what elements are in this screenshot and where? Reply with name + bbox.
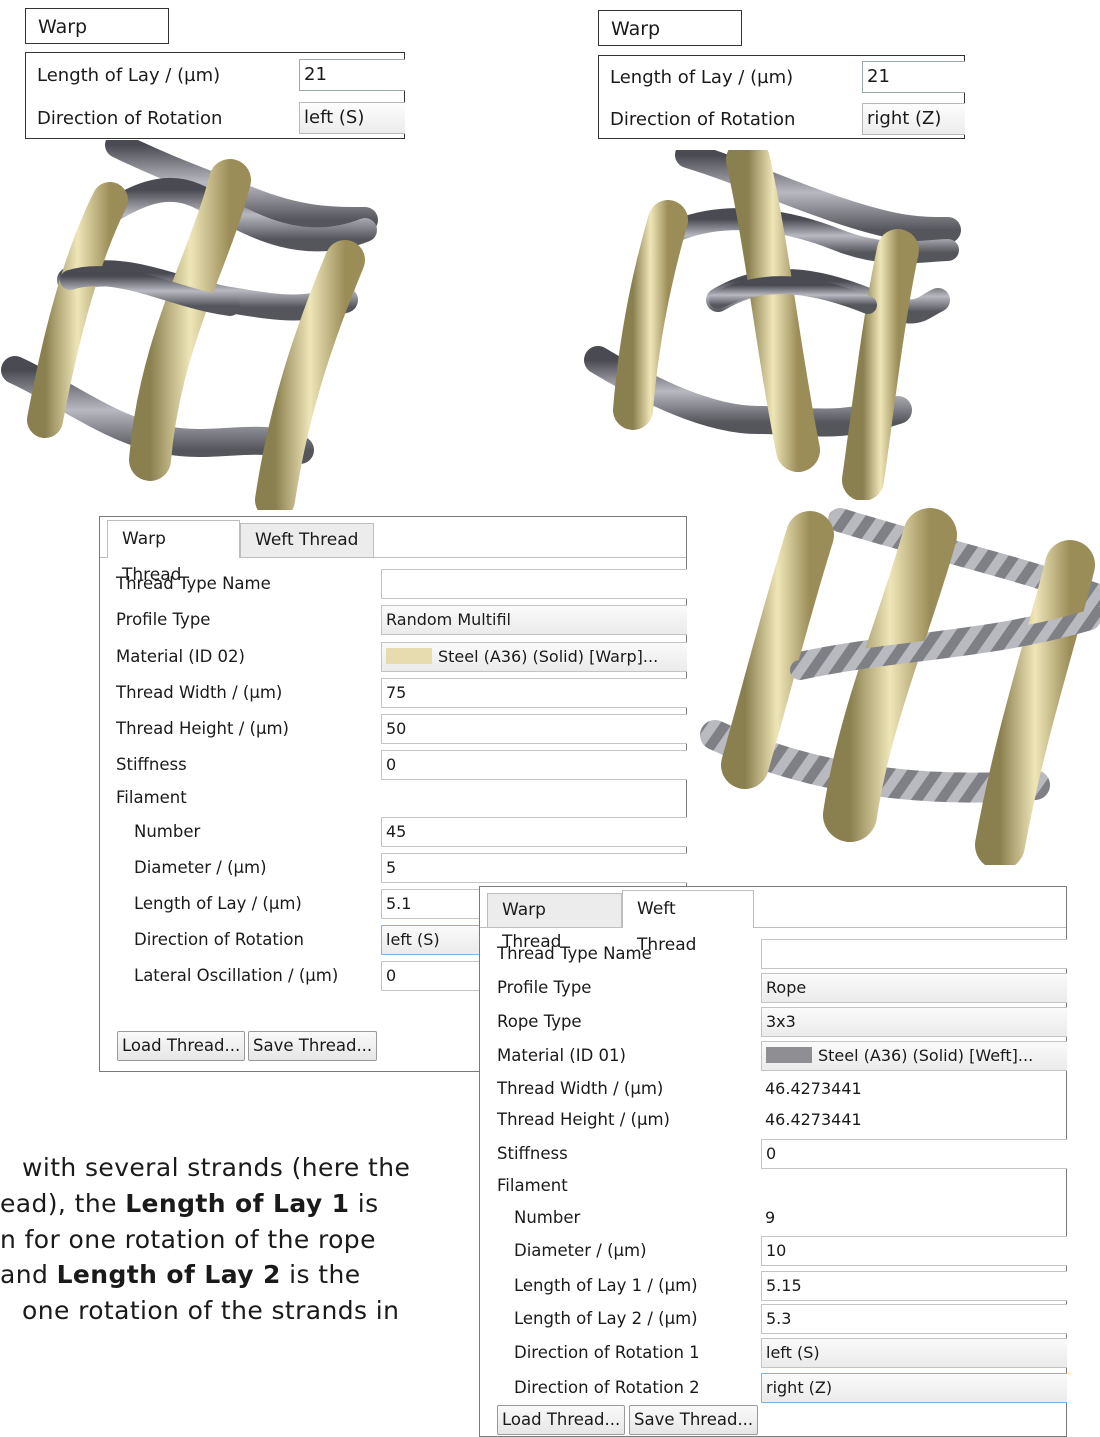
length-of-lay-label: Length of Lay / (µm) — [610, 67, 794, 88]
tab-warp-thread[interactable]: Warp Thread — [107, 520, 240, 585]
thread-width-label: Thread Width / (µm) — [116, 683, 283, 702]
save-thread-button[interactable]: Save Thread... — [629, 1405, 759, 1435]
thread-height-label: Thread Height / (µm) — [497, 1110, 670, 1129]
length-of-lay-input[interactable]: 21 — [299, 59, 405, 91]
load-thread-button[interactable]: Load Thread... — [497, 1405, 626, 1435]
material-color-swatch — [386, 648, 432, 664]
thread-width-input[interactable]: 75 — [381, 678, 687, 708]
tab-weft-thread[interactable]: Weft Thread — [240, 523, 374, 557]
direction-of-rotation-label: Direction of Rotation — [610, 109, 796, 130]
filament-diameter-label: Diameter / (µm) — [134, 858, 267, 877]
thread-height-input[interactable]: 50 — [381, 714, 687, 744]
profile-type-select[interactable]: Random Multifil — [381, 605, 687, 635]
stiffness-input[interactable]: 0 — [381, 750, 687, 780]
explanation-line-1: with several strands (here the — [22, 1153, 411, 1182]
stiffness-label: Stiffness — [116, 755, 187, 774]
thread-type-name-input[interactable] — [381, 569, 687, 599]
warp-lay-panel-right: Length of Lay / (µm) 21 Direction of Rot… — [598, 55, 965, 139]
length-of-lay-2-term: Length of Lay 2 — [56, 1260, 281, 1289]
load-thread-button[interactable]: Load Thread... — [117, 1031, 246, 1061]
tab-weft-thread[interactable]: Weft Thread — [622, 890, 754, 955]
thread-type-name-input[interactable] — [761, 939, 1067, 969]
explanation-line-3: n for one rotation of the rope — [0, 1225, 376, 1254]
profile-type-select[interactable]: Rope — [761, 973, 1067, 1003]
thread-width-value: 46.4273441 — [765, 1079, 862, 1098]
filament-number-value: 9 — [765, 1208, 776, 1227]
filament-diameter-label: Diameter / (µm) — [514, 1241, 647, 1260]
rope-type-select[interactable]: 3x3 — [761, 1007, 1067, 1037]
direction-of-rotation-1-label: Direction of Rotation 1 — [514, 1343, 700, 1362]
material-value: Steel (A36) (Solid) [Weft]... — [818, 1046, 1034, 1065]
length-of-lay-2-label: Length of Lay 2 / (µm) — [514, 1309, 698, 1328]
length-of-lay-label: Length of Lay / (µm) — [37, 65, 221, 86]
profile-type-label: Profile Type — [497, 978, 592, 997]
save-thread-button[interactable]: Save Thread... — [248, 1031, 378, 1061]
explanation-line-2: ead), the Length of Lay 1 is — [0, 1189, 379, 1218]
tab-warp-thread-right[interactable]: Warp Thread — [598, 10, 742, 76]
filament-number-label: Number — [514, 1208, 581, 1227]
woven-mesh-render-left-s — [1, 140, 378, 510]
length-of-lay-1-label: Length of Lay 1 / (µm) — [514, 1276, 698, 1295]
length-of-lay-label: Length of Lay / (µm) — [134, 894, 302, 913]
warp-lay-panel-left: Length of Lay / (µm) 21 Direction of Rot… — [25, 52, 405, 139]
dialog-tabs: Warp Thread Weft Thread — [480, 887, 1066, 955]
filament-number-label: Number — [134, 822, 201, 841]
explanation-line-4: and Length of Lay 2 is the — [0, 1260, 361, 1289]
stiffness-label: Stiffness — [497, 1144, 568, 1163]
length-of-lay-input[interactable]: 21 — [862, 61, 965, 93]
thread-type-name-label: Thread Type Name — [116, 574, 271, 593]
direction-of-rotation-1-select[interactable]: left (S) — [761, 1338, 1067, 1368]
material-select[interactable]: Steel (A36) (Solid) [Weft]... — [761, 1041, 1067, 1071]
filament-diameter-input[interactable]: 5 — [381, 853, 687, 883]
material-color-swatch — [766, 1047, 812, 1063]
material-label: Material (ID 02) — [116, 647, 245, 666]
length-of-lay-1-input[interactable]: 5.15 — [761, 1271, 1067, 1301]
length-of-lay-1-term: Length of Lay 1 — [125, 1189, 350, 1218]
stiffness-input[interactable]: 0 — [761, 1139, 1067, 1169]
material-label: Material (ID 01) — [497, 1046, 626, 1065]
woven-mesh-render-right-z — [584, 150, 961, 500]
profile-type-label: Profile Type — [116, 610, 211, 629]
lateral-oscillation-label: Lateral Oscillation / (µm) — [134, 966, 339, 985]
material-value: Steel (A36) (Solid) [Warp]... — [438, 647, 659, 666]
thread-height-value: 46.4273441 — [765, 1110, 862, 1129]
length-of-lay-2-input[interactable]: 5.3 — [761, 1304, 1067, 1334]
tab-warp-thread[interactable]: Warp Thread — [487, 893, 622, 952]
direction-of-rotation-label: Direction of Rotation — [37, 108, 223, 129]
dialog-tabs: Warp Thread Weft Thread — [100, 517, 686, 585]
direction-of-rotation-select[interactable]: right (Z) — [862, 103, 965, 135]
material-select[interactable]: Steel (A36) (Solid) [Warp]... — [381, 642, 687, 672]
thread-height-label: Thread Height / (µm) — [116, 719, 289, 738]
direction-of-rotation-label: Direction of Rotation — [134, 930, 304, 949]
explanation-line-5: one rotation of the strands in — [22, 1296, 400, 1325]
filament-group-label: Filament — [116, 788, 187, 807]
filament-diameter-input[interactable]: 10 — [761, 1236, 1067, 1266]
direction-of-rotation-2-select[interactable]: right (Z) — [761, 1373, 1067, 1403]
filament-group-label: Filament — [497, 1176, 568, 1195]
rope-type-label: Rope Type — [497, 1012, 582, 1031]
direction-of-rotation-select[interactable]: left (S) — [299, 102, 405, 134]
direction-of-rotation-2-label: Direction of Rotation 2 — [514, 1378, 700, 1397]
tab-warp-thread-left[interactable]: Warp Thread — [25, 8, 169, 74]
thread-type-name-label: Thread Type Name — [497, 944, 652, 963]
filament-number-input[interactable]: 45 — [381, 817, 687, 847]
weft-thread-dialog: Warp Thread Weft Thread Thread Type Name… — [479, 886, 1067, 1437]
rope-mesh-render — [700, 508, 1100, 865]
thread-width-label: Thread Width / (µm) — [497, 1079, 664, 1098]
